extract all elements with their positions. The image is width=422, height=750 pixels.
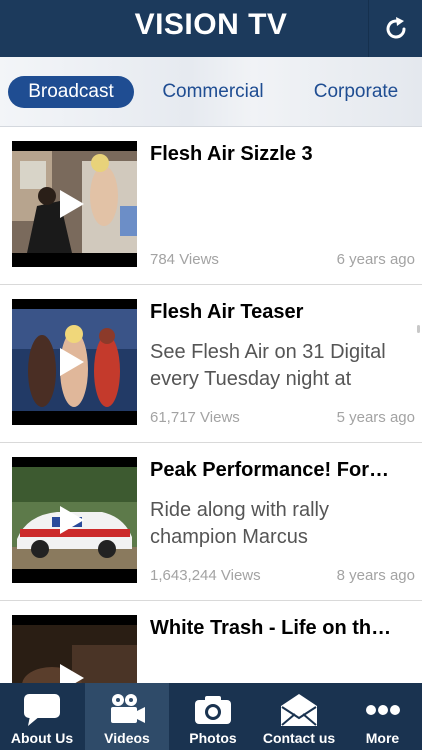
tab-more[interactable]: More (343, 683, 422, 750)
play-icon (60, 506, 84, 534)
video-thumbnail[interactable] (12, 457, 137, 583)
video-row[interactable]: Peak Performance! For… Ride along with r… (0, 443, 422, 601)
tab-label: Videos (104, 730, 150, 746)
category-segment-bar: Broadcast Commercial Corporate (0, 57, 422, 127)
tab-label: About Us (10, 730, 74, 746)
video-age: 6 years ago (336, 251, 415, 268)
scroll-indicator[interactable] (417, 325, 420, 333)
video-thumbnail[interactable] (12, 299, 137, 425)
video-title: Peak Performance! For… (150, 459, 389, 481)
tab-videos[interactable]: Videos (85, 683, 169, 750)
tab-bar: About Us Videos Photos Contact us More (0, 683, 422, 750)
segment-broadcast[interactable]: Broadcast (8, 76, 134, 108)
envelope-icon (281, 694, 317, 726)
video-thumbnail[interactable] (12, 141, 137, 267)
video-row[interactable]: Flesh Air Teaser See Flesh Air on 31 Dig… (0, 285, 422, 443)
video-views: 784 Views (150, 251, 219, 268)
video-description: Ride along with rally champion Marcus (150, 499, 329, 548)
camera-icon (195, 696, 231, 724)
speech-bubble-icon (24, 694, 60, 726)
video-row[interactable]: Flesh Air Sizzle 3 784 Views 6 years ago (0, 127, 422, 285)
play-icon (60, 190, 84, 218)
video-age: 5 years ago (336, 409, 415, 426)
video-description: See Flesh Air on 31 Digital every Tuesda… (150, 341, 386, 390)
segment-corporate[interactable]: Corporate (300, 76, 412, 108)
tab-label: Contact us (262, 730, 336, 746)
tab-label: More (365, 730, 400, 746)
tab-photos[interactable]: Photos (171, 683, 255, 750)
video-views: 61,717 Views (150, 409, 240, 426)
header-bar: VISION TV (0, 0, 422, 57)
play-icon (60, 348, 84, 376)
video-thumbnail[interactable] (12, 615, 137, 683)
segment-commercial[interactable]: Commercial (148, 76, 278, 108)
play-icon (60, 664, 84, 683)
video-age: 8 years ago (336, 567, 415, 584)
tab-contact-us[interactable]: Contact us (257, 683, 341, 750)
video-views: 1,643,244 Views (150, 567, 261, 584)
video-camera-icon (111, 694, 145, 723)
refresh-icon (386, 16, 405, 38)
tab-label: Photos (189, 730, 237, 746)
app-title: VISION TV (134, 8, 288, 41)
tab-about-us[interactable]: About Us (0, 683, 84, 750)
refresh-button[interactable] (368, 0, 422, 57)
video-title: Flesh Air Sizzle 3 (150, 143, 313, 165)
more-dots-icon (365, 705, 400, 715)
video-row[interactable]: White Trash - Life on th… (0, 601, 422, 683)
video-list[interactable]: Flesh Air Sizzle 3 784 Views 6 years ago… (0, 127, 422, 683)
video-title: White Trash - Life on th… (150, 617, 392, 639)
video-title: Flesh Air Teaser (150, 301, 304, 323)
